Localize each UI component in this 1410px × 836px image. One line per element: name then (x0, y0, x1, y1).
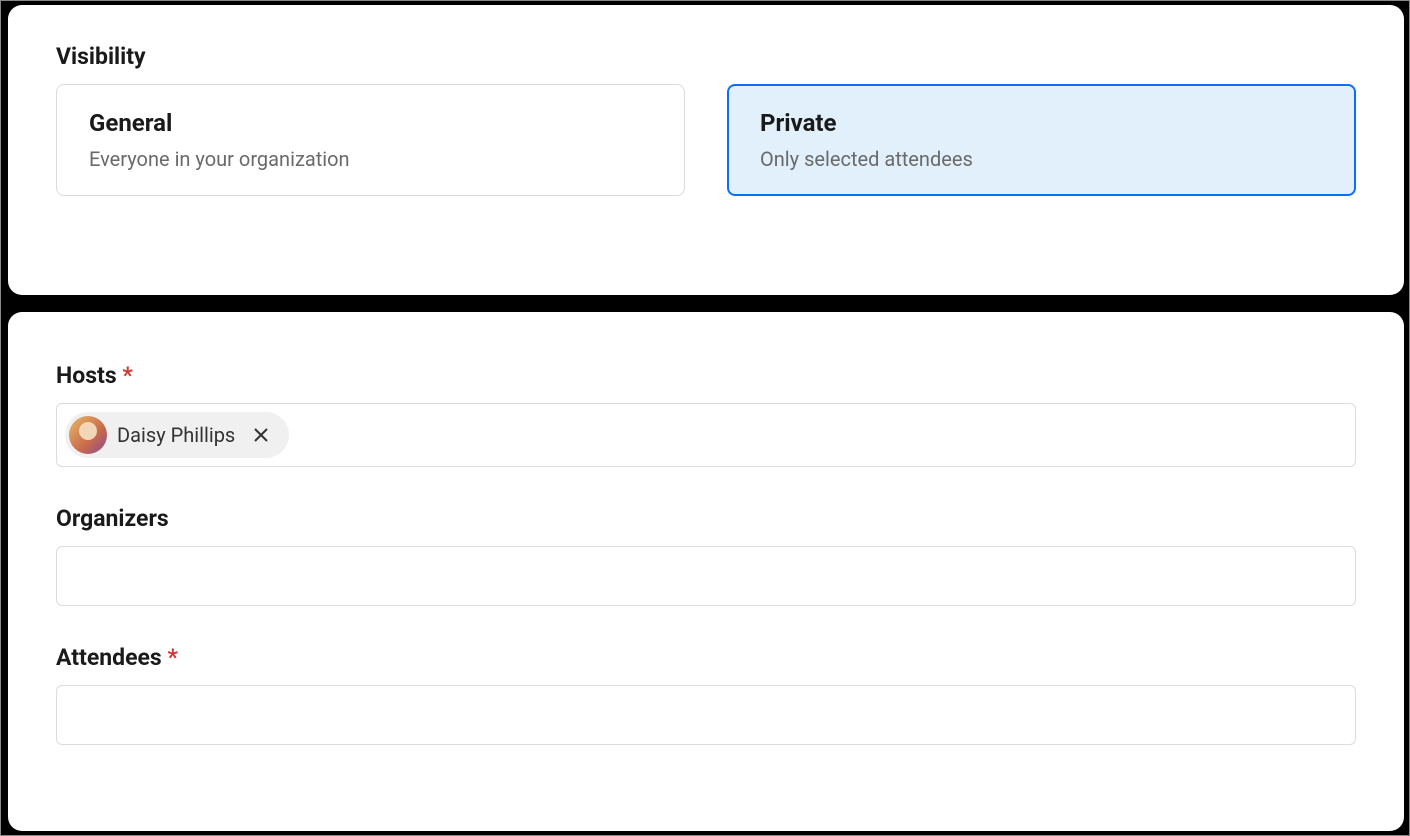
organizers-label-text: Organizers (56, 505, 169, 532)
attendees-label: Attendees * (56, 644, 1356, 671)
organizers-label: Organizers (56, 505, 1356, 532)
x-icon (253, 427, 269, 443)
chip-name: Daisy Phillips (117, 423, 235, 447)
attendees-text-input[interactable] (65, 695, 1347, 735)
attendees-field: Attendees * (56, 644, 1356, 745)
avatar (69, 416, 107, 454)
close-icon[interactable] (249, 423, 273, 447)
hosts-input[interactable]: Daisy Phillips (56, 403, 1356, 467)
visibility-option-private[interactable]: Private Only selected attendees (727, 84, 1356, 196)
organizers-field: Organizers (56, 505, 1356, 606)
required-star-icon: * (122, 362, 132, 389)
hosts-label: Hosts * (56, 362, 1356, 389)
organizers-input[interactable] (56, 546, 1356, 606)
hosts-label-text: Hosts (56, 362, 117, 389)
page-frame: Visibility General Everyone in your orga… (0, 0, 1410, 836)
visibility-label: Visibility (56, 43, 1356, 70)
hosts-text-input[interactable] (295, 415, 1347, 455)
required-star-icon: * (167, 644, 177, 671)
visibility-card: Visibility General Everyone in your orga… (8, 5, 1404, 295)
option-desc: Everyone in your organization (89, 147, 652, 171)
attendees-input[interactable] (56, 685, 1356, 745)
option-title: General (89, 109, 652, 137)
host-chip: Daisy Phillips (65, 412, 289, 458)
attendees-label-text: Attendees (56, 644, 162, 671)
people-card: Hosts * Daisy Phillips (8, 312, 1404, 831)
organizers-text-input[interactable] (65, 556, 1347, 596)
visibility-options: General Everyone in your organization Pr… (56, 84, 1356, 196)
visibility-option-general[interactable]: General Everyone in your organization (56, 84, 685, 196)
option-desc: Only selected attendees (760, 147, 1323, 171)
option-title: Private (760, 109, 1323, 137)
hosts-field: Hosts * Daisy Phillips (56, 362, 1356, 467)
